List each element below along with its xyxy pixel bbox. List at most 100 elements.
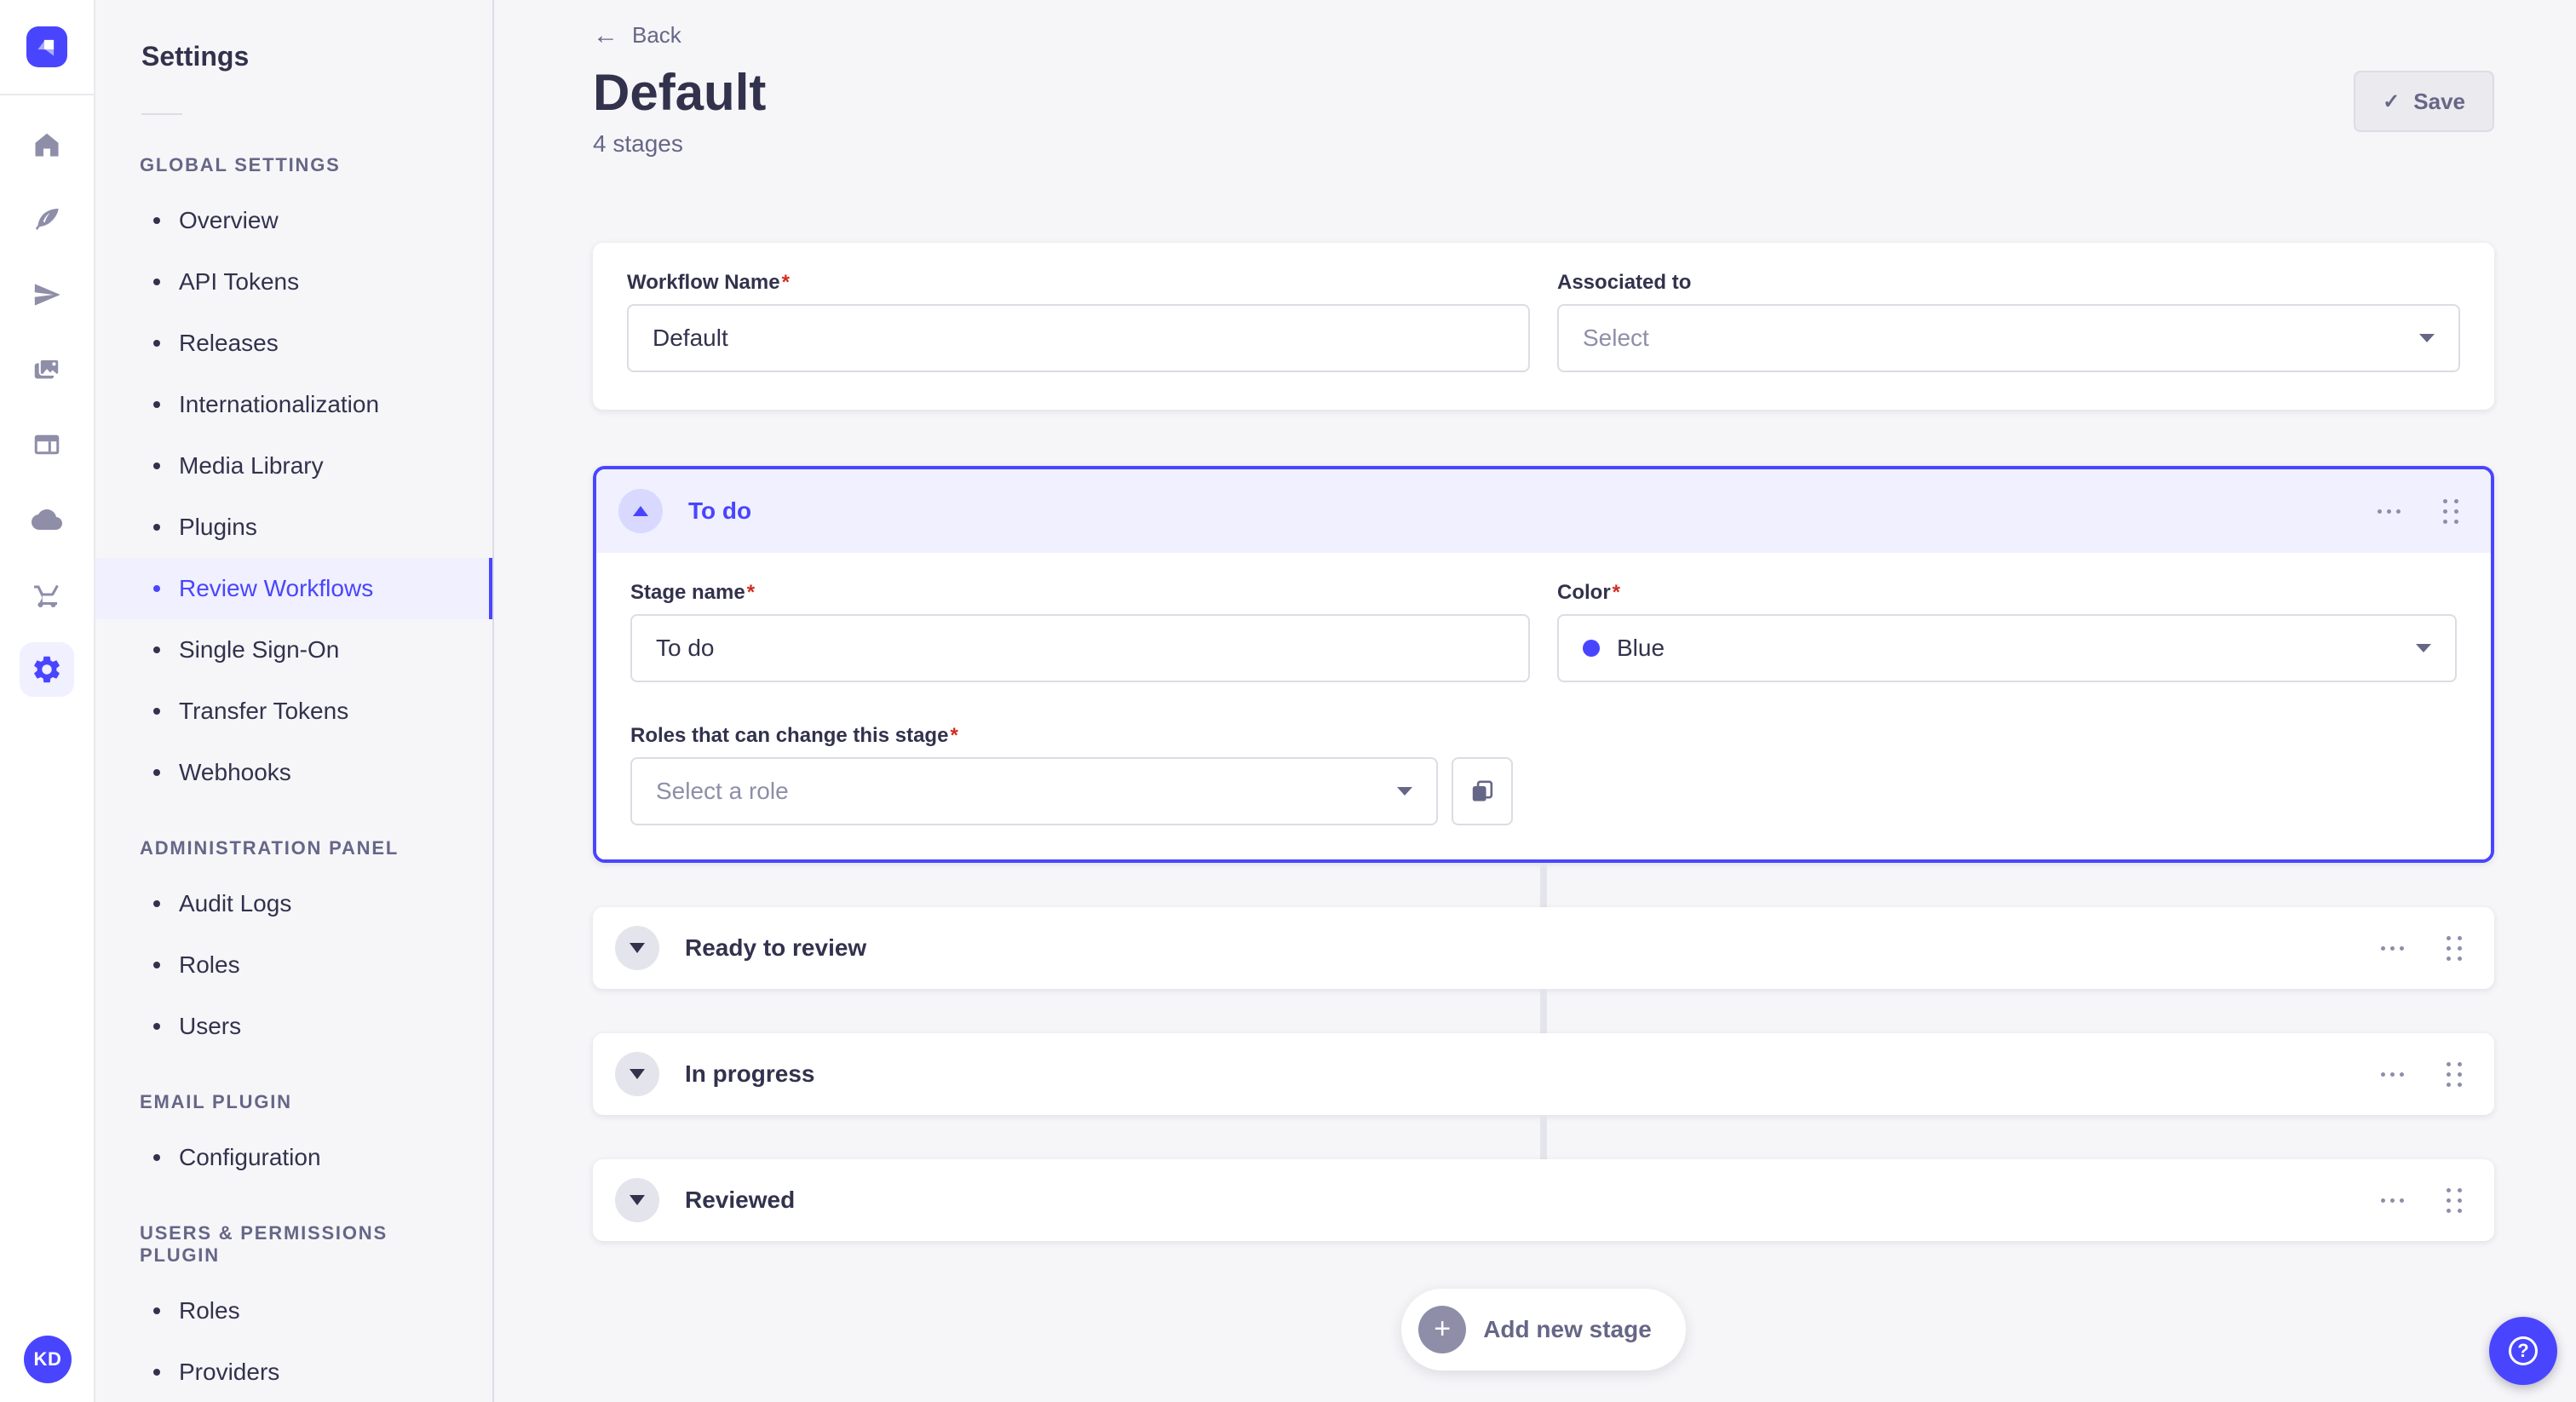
deploy-send-icon[interactable]	[20, 264, 74, 325]
apply-roles-to-all-stages-button[interactable]	[1452, 757, 1513, 825]
workflow-name-input[interactable]	[627, 304, 1530, 372]
duplicate-icon	[1472, 780, 1493, 802]
strapi-logo-container	[0, 0, 95, 95]
cloud-icon[interactable]	[20, 489, 74, 550]
stage-card-reviewed: Reviewed	[593, 1159, 2494, 1241]
required-asterisk: *	[746, 581, 756, 604]
bullet-icon	[153, 524, 160, 531]
chevron-down-icon	[630, 1195, 645, 1205]
chevron-down-icon	[1397, 787, 1412, 796]
drag-handle-icon[interactable]	[2441, 1183, 2467, 1218]
stage-name: To do	[688, 497, 752, 524]
sidebar-item-transfer-tokens[interactable]: Transfer Tokens	[95, 681, 492, 742]
content-type-builder-layout-icon[interactable]	[20, 414, 74, 475]
stage-count: 4 stages	[593, 130, 683, 157]
main-content: ← Back Default 4 stages ✓ Save Workflow …	[494, 0, 2576, 1402]
stage-options-menu-icon[interactable]	[2374, 503, 2404, 520]
sidebar-item-media-library[interactable]: Media Library	[95, 435, 492, 497]
stage-roles-field: Roles that can change this stage * Select…	[630, 723, 2457, 825]
bullet-icon	[153, 340, 160, 347]
stage-name: Reviewed	[685, 1187, 796, 1213]
save-button[interactable]: ✓ Save	[2354, 71, 2494, 132]
section-global-settings: GLOBAL SETTINGS	[140, 154, 341, 175]
stage-card-to-do: To do Stage name* Color*	[593, 466, 2494, 863]
chevron-down-icon	[2419, 334, 2435, 342]
bullet-icon	[153, 708, 160, 715]
expand-stage-button[interactable]	[615, 926, 659, 970]
media-library-images-icon[interactable]	[20, 339, 74, 400]
check-icon: ✓	[2383, 89, 2401, 113]
section-administration-panel: ADMINISTRATION PANEL	[140, 837, 400, 859]
bullet-icon	[153, 646, 160, 653]
workflow-form-card: Workflow Name* Associated to Select	[593, 243, 2494, 410]
sidebar-item-webhooks[interactable]: Webhooks	[95, 742, 492, 803]
stage-header-to-do: To do	[596, 469, 2491, 553]
sidebar-item-single-sign-on[interactable]: Single Sign-On	[95, 619, 492, 681]
bullet-icon	[153, 1369, 160, 1376]
sidebar-item-email-configuration[interactable]: Configuration	[95, 1127, 492, 1188]
bullet-icon	[153, 1154, 160, 1161]
content-manager-feather-icon[interactable]	[20, 189, 74, 250]
stage-body-to-do: Stage name* Color* Blue	[596, 553, 2491, 859]
settings-gear-icon[interactable]	[20, 642, 74, 697]
home-icon[interactable]	[20, 114, 74, 175]
color-dot-blue	[1583, 640, 1600, 657]
bullet-icon	[153, 1023, 160, 1030]
bullet-icon	[153, 962, 160, 968]
stage-connector	[1540, 989, 1547, 1033]
sidebar-item-internationalization[interactable]: Internationalization	[95, 374, 492, 435]
settings-subnav: Settings GLOBAL SETTINGS Overview API To…	[95, 0, 494, 1402]
associated-to-select[interactable]: Select	[1557, 304, 2460, 372]
section-users-permissions-plugin: USERS & PERMISSIONS PLUGIN	[140, 1222, 388, 1266]
sidebar-item-overview[interactable]: Overview	[95, 190, 492, 251]
stage-options-menu-icon[interactable]	[2378, 1192, 2407, 1210]
sidebar-item-review-workflows[interactable]: Review Workflows	[95, 558, 492, 619]
help-button[interactable]: ?	[2489, 1317, 2557, 1385]
sidebar-item-up-roles[interactable]: Roles	[95, 1280, 492, 1342]
required-asterisk: *	[781, 271, 790, 294]
stage-options-menu-icon[interactable]	[2378, 1066, 2407, 1083]
stage-connector	[1540, 1115, 1547, 1159]
workflow-name-field: Workflow Name *	[627, 270, 1530, 372]
chevron-down-icon	[2416, 644, 2431, 652]
back-link[interactable]: ← Back	[593, 22, 681, 49]
strapi-logo-icon[interactable]	[26, 26, 67, 67]
bullet-icon	[153, 1307, 160, 1314]
sidebar-item-users[interactable]: Users	[95, 996, 492, 1057]
drag-handle-icon[interactable]	[2441, 1057, 2467, 1092]
strapi-admin: KD Settings GLOBAL SETTINGS Overview API…	[0, 0, 2576, 1402]
add-new-stage-button[interactable]: + Add new stage	[1401, 1289, 1686, 1370]
collapse-stage-button[interactable]	[618, 489, 663, 533]
sidebar-item-releases[interactable]: Releases	[95, 313, 492, 374]
user-avatar[interactable]: KD	[24, 1336, 72, 1383]
bullet-icon	[153, 279, 160, 285]
rail-nav	[20, 114, 74, 697]
section-email-plugin: EMAIL PLUGIN	[140, 1091, 292, 1112]
stage-name-field: Stage name *	[630, 580, 1530, 682]
question-mark-icon: ?	[2509, 1336, 2538, 1365]
sidebar-item-admin-roles[interactable]: Roles	[95, 934, 492, 996]
drag-handle-icon[interactable]	[2438, 494, 2464, 529]
stage-name-input[interactable]	[630, 614, 1530, 682]
stage-options-menu-icon[interactable]	[2378, 939, 2407, 957]
sidebar-item-api-tokens[interactable]: API Tokens	[95, 251, 492, 313]
color-select[interactable]: Blue	[1557, 614, 2457, 682]
chevron-down-icon	[630, 1069, 645, 1079]
stage-card-in-progress: In progress	[593, 1033, 2494, 1115]
required-asterisk: *	[1612, 581, 1621, 604]
icon-rail: KD	[0, 0, 95, 1402]
associated-to-field: Associated to Select	[1557, 270, 2460, 372]
expand-stage-button[interactable]	[615, 1052, 659, 1096]
expand-stage-button[interactable]	[615, 1178, 659, 1222]
bullet-icon	[153, 585, 160, 592]
marketplace-cart-icon[interactable]	[20, 564, 74, 625]
roles-select[interactable]: Select a role	[630, 757, 1438, 825]
sidebar-item-audit-logs[interactable]: Audit Logs	[95, 873, 492, 934]
stage-name-label: Stage name *	[630, 581, 756, 604]
sidebar-item-up-providers[interactable]: Providers	[95, 1342, 492, 1402]
workflow-name-label: Workflow Name *	[627, 271, 790, 294]
stage-color-field: Color * Blue	[1557, 580, 2457, 682]
sidebar-item-plugins[interactable]: Plugins	[95, 497, 492, 558]
bullet-icon	[153, 769, 160, 776]
drag-handle-icon[interactable]	[2441, 931, 2467, 966]
